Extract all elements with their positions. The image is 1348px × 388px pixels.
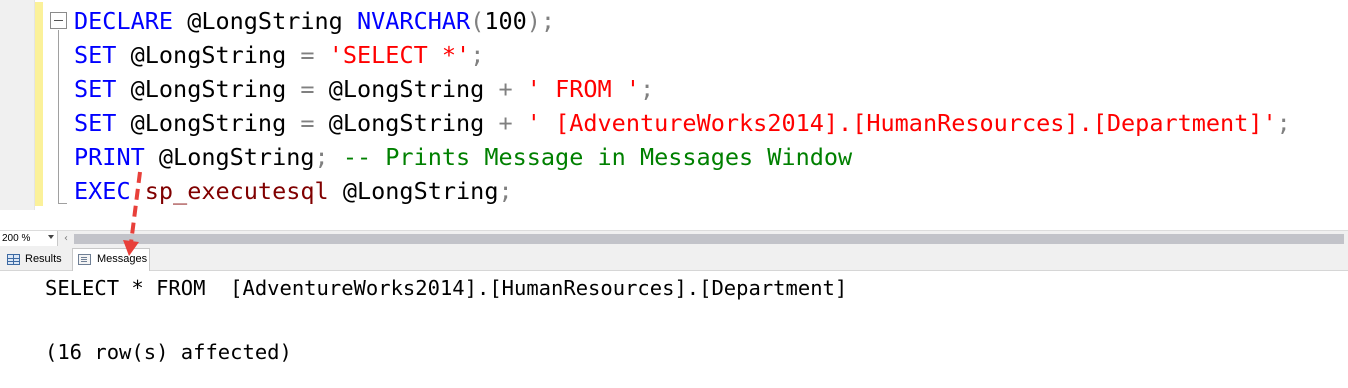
outline-line-end: [58, 203, 67, 204]
editor-status-strip: 200 % ‹: [0, 230, 1348, 246]
code-token: ;: [1276, 109, 1291, 137]
tab-messages-label: Messages: [97, 253, 148, 265]
change-tracking-bar: [35, 2, 43, 206]
code-token: =: [300, 109, 315, 137]
code-token: SET: [74, 109, 117, 137]
code-token: (: [470, 7, 485, 35]
grid-icon: [7, 254, 20, 265]
tab-results[interactable]: Results: [4, 249, 68, 270]
code-token: @LongString: [116, 41, 301, 69]
code-token: SET: [74, 41, 117, 69]
code-line: SET @LongString = @LongString + ' FROM '…: [74, 72, 654, 106]
code-token: ;: [498, 177, 513, 205]
code-token: ' [AdventureWorks2014].[HumanResources].…: [526, 109, 1277, 137]
code-token: ;: [470, 41, 485, 69]
ssms-query-window: DECLARE @LongString NVARCHAR(100); SET @…: [0, 0, 1348, 388]
code-token: ' FROM ': [526, 75, 640, 103]
code-token: NVARCHAR: [356, 7, 471, 35]
code-line: SET @LongString = 'SELECT *';: [74, 38, 484, 72]
editor-gutter: [0, 0, 35, 210]
code-token: 'SELECT *': [328, 41, 471, 69]
code-token: sp_executesql: [144, 177, 329, 205]
code-token: @LongString: [328, 177, 499, 205]
horizontal-scrollbar-thumb[interactable]: [74, 234, 1344, 244]
code-token: =: [300, 41, 315, 69]
code-token: DECLARE: [74, 7, 174, 35]
message-line: (16 row(s) affected): [45, 340, 292, 364]
code-token: 100: [484, 7, 527, 35]
messages-pane[interactable]: SELECT * FROM [AdventureWorks2014].[Huma…: [0, 271, 1348, 388]
code-token: @LongString: [116, 75, 301, 103]
code-token: EXEC: [74, 177, 131, 205]
zoom-dropdown[interactable]: 200 %: [0, 231, 58, 246]
code-token: ;: [639, 75, 655, 103]
query-editor[interactable]: DECLARE @LongString NVARCHAR(100); SET @…: [0, 0, 1348, 230]
code-token: SET: [74, 75, 117, 103]
code-token: );: [526, 7, 556, 35]
code-token: ;: [314, 143, 329, 171]
code-line: SET @LongString = @LongString + ' [Adven…: [74, 106, 1291, 140]
code-token: @LongString: [314, 75, 499, 103]
outline-line: [58, 30, 59, 204]
code-token: PRINT: [74, 143, 145, 171]
message-icon: [78, 254, 91, 265]
tab-messages[interactable]: Messages: [72, 248, 150, 271]
code-token: +: [498, 109, 513, 137]
code-token: =: [300, 75, 315, 103]
code-line: EXEC sp_executesql @LongString;: [74, 174, 513, 208]
collapse-minus-icon[interactable]: [50, 12, 67, 29]
code-token: @LongString: [116, 109, 301, 137]
code-token: @LongString: [314, 109, 499, 137]
code-token: +: [498, 75, 513, 103]
code-token: @LongString: [144, 143, 315, 171]
message-line: SELECT * FROM [AdventureWorks2014].[Huma…: [45, 276, 848, 300]
code-token: -- Prints Message in Messages Window: [328, 143, 853, 171]
chevron-down-icon: [48, 235, 54, 239]
scroll-left-arrow-icon[interactable]: ‹: [60, 231, 72, 246]
results-tab-strip: Results Messages: [0, 246, 1348, 271]
code-line: DECLARE @LongString NVARCHAR(100);: [74, 4, 555, 38]
code-token: @LongString: [173, 7, 357, 35]
zoom-level: 200 %: [2, 233, 31, 244]
code-line: PRINT @LongString; -- Prints Message in …: [74, 140, 852, 174]
tab-results-label: Results: [25, 253, 62, 265]
